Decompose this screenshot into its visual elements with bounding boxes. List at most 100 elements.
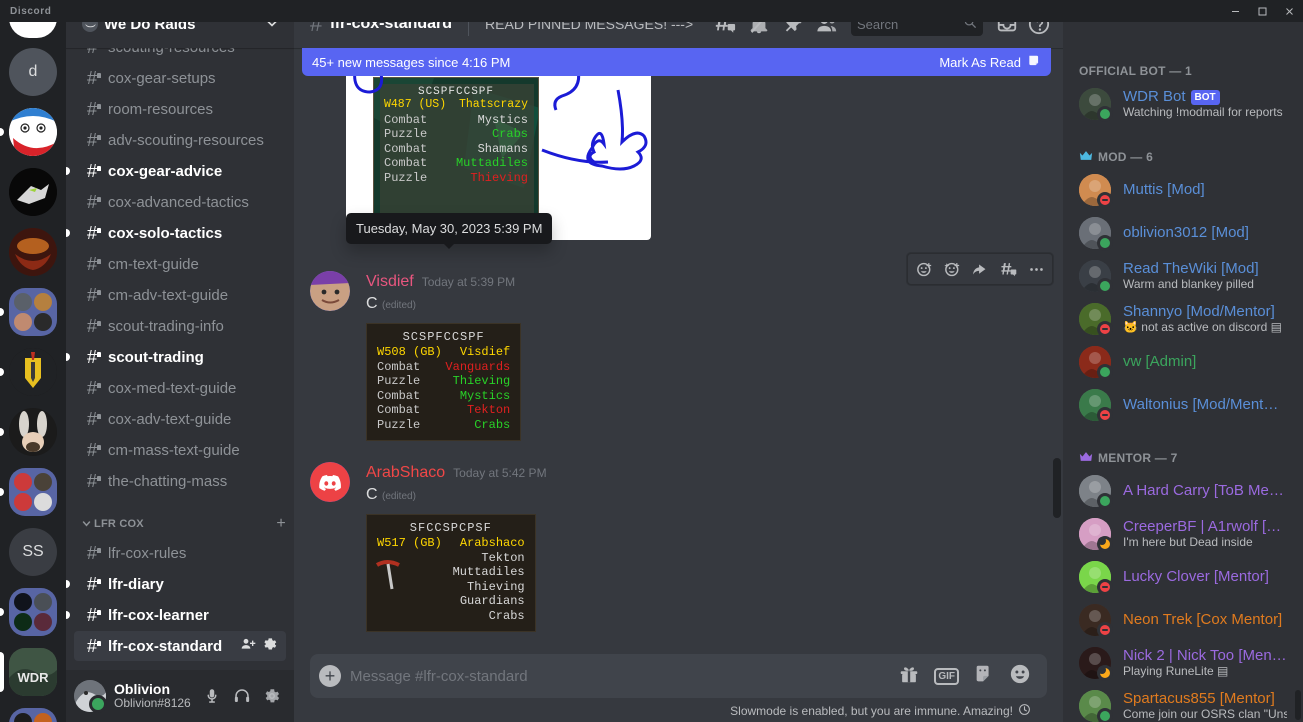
avatar[interactable] <box>310 271 350 311</box>
clock-icon <box>1018 703 1031 719</box>
timestamp-tooltip: Tuesday, May 30, 2023 5:39 PM <box>346 213 553 249</box>
attach-button[interactable]: + <box>310 654 350 698</box>
member-list-item[interactable]: A Hard Carry [ToB Me… <box>1071 470 1295 512</box>
member-list-item[interactable]: Neon Trek [Cox Mentor] <box>1071 599 1295 641</box>
message-list[interactable]: SCSPFCCSPF W487 (US) Thatscrazy Combat My… <box>294 48 1063 654</box>
bot-badge: BOT <box>1190 89 1220 105</box>
raid-scout-card[interactable]: SCSPFCCSPF W508 (GB) Visdief Combat Vanguard… <box>366 323 522 441</box>
attachment-image[interactable]: SCSPFCCSPF W487 (US) Thatscrazy Combat My… <box>346 52 651 240</box>
sidebar-channel-cox-gear-setups[interactable]: # cox-gear-setups <box>74 63 286 93</box>
member-status-text: I'm here but Dead inside <box>1123 535 1253 549</box>
sidebar-channel-cox-med-text-guide[interactable]: # cox-med-text-guide <box>74 373 286 403</box>
gear-icon[interactable] <box>262 636 278 656</box>
sidebar-channel-adv-scouting-resources[interactable]: # adv-scouting-resources <box>74 125 286 155</box>
avatar[interactable] <box>310 462 350 502</box>
private-lock-dot <box>97 104 101 109</box>
member-list-item[interactable]: Waltonius [Mod/Ment… <box>1071 384 1295 426</box>
gif-button[interactable]: GIF <box>934 667 959 685</box>
rail-item-server-ss[interactable]: SS <box>0 522 66 582</box>
more-options-icon[interactable] <box>1022 255 1050 283</box>
member-list-item[interactable]: CreeperBF | A1rwolf [… I'm here but Dead … <box>1071 513 1295 555</box>
avatar[interactable] <box>74 680 107 713</box>
sidebar-channel-cox-advanced-tactics[interactable]: # cox-advanced-tactics <box>74 187 286 217</box>
headset-icon[interactable] <box>228 682 256 710</box>
member-list-item[interactable]: vw [Admin] <box>1071 341 1295 383</box>
message-author[interactable]: Visdief <box>366 271 414 293</box>
message-author[interactable]: ArabShaco <box>366 462 445 484</box>
rail-item-server-2[interactable] <box>0 162 66 222</box>
sidebar-channel-scout-trading-info[interactable]: # scout-trading-info <box>74 311 286 341</box>
channel-scroll-area[interactable]: # scouting-resources # cox-gear-setups # room… <box>66 48 294 670</box>
rail-item-folder-2[interactable] <box>0 462 66 522</box>
message-scrollbar[interactable] <box>1053 458 1061 518</box>
channel-hash-icon: # <box>82 286 102 304</box>
close-button[interactable] <box>1276 0 1303 22</box>
create-channel-icon[interactable]: + <box>276 515 286 533</box>
sidebar-channel-lfr-cox-standard[interactable]: # lfr-cox-standard <box>74 631 286 661</box>
sidebar-channel-cox-gear-advice[interactable]: # cox-gear-advice <box>66 156 286 186</box>
minimize-button[interactable] <box>1222 0 1249 22</box>
sidebar-channel-cox-adv-text-guide[interactable]: # cox-adv-text-guide <box>74 404 286 434</box>
new-messages-banner[interactable]: 45+ new messages since 4:16 PM Mark As R… <box>302 48 1051 76</box>
member-list-scrollbar[interactable] <box>1295 690 1301 720</box>
sidebar-channel-cm-text-guide[interactable]: # cm-text-guide <box>74 249 286 279</box>
status-indicator-dnd <box>1097 407 1113 423</box>
member-list-item[interactable]: Read TheWiki [Mod] Warm and blankey pille… <box>1071 255 1295 297</box>
sidebar-channel-cm-adv-text-guide[interactable]: # cm-adv-text-guide <box>74 280 286 310</box>
gift-icon[interactable] <box>898 663 920 690</box>
rail-item-server-1[interactable] <box>0 102 66 162</box>
sticker-icon[interactable] <box>973 663 995 690</box>
rail-item-server-wdr[interactable]: WDR <box>0 642 66 702</box>
server-rail[interactable]: d SS WDR <box>0 0 66 722</box>
attachment-message-partial: SCSPFCCSPF W487 (US) Thatscrazy Combat My… <box>294 48 1063 252</box>
raid-room-row: Combat Shamans <box>384 142 528 157</box>
category-lfr-cox[interactable]: LFR COX + <box>66 497 294 537</box>
raid-scout-card[interactable]: SFCCSPCPSF W517 (GB) Arabshaco Tekton Muttad… <box>366 514 536 632</box>
member-list[interactable]: OFFICIAL BOT — 1 WDR Bot BOT Watching !modm… <box>1063 0 1303 722</box>
sidebar-channel-lfr-cox-learner[interactable]: # lfr-cox-learner <box>66 600 286 630</box>
hash-glyph: # <box>86 471 97 491</box>
raid-room-name: Tekton <box>481 550 525 565</box>
reply-icon[interactable] <box>966 255 994 283</box>
sidebar-channel-room-resources[interactable]: # room-resources <box>74 94 286 124</box>
member-list-item[interactable]: Lucky Clover [Mentor] <box>1071 556 1295 598</box>
sidebar-channel-scout-trading[interactable]: # scout-trading <box>66 342 286 372</box>
maximize-button[interactable] <box>1249 0 1276 22</box>
member-list-item[interactable]: Spartacus855 [Mentor] Come join our OSRS … <box>1071 685 1295 722</box>
rail-item-dm[interactable]: d <box>0 42 66 102</box>
rail-item-folder-1[interactable] <box>0 282 66 342</box>
gear-icon[interactable] <box>258 682 286 710</box>
member-list-item[interactable]: Nick 2 | Nick Too [Men… Playing RuneLite … <box>1071 642 1295 684</box>
member-list-item[interactable]: Shannyo [Mod/Mentor] 🐱 not as active on d… <box>1071 298 1295 340</box>
channel-name: room-resources <box>108 100 214 118</box>
member-list-item[interactable]: WDR Bot BOT Watching !modmail for reports <box>1071 83 1295 125</box>
member-status-text: Warm and blankey pilled <box>1123 277 1254 291</box>
rail-item-server-3[interactable] <box>0 222 66 282</box>
member-list-item[interactable]: Muttis [Mod] <box>1071 169 1295 211</box>
add-reaction-icon[interactable] <box>910 255 938 283</box>
sidebar-channel-scouting-resources[interactable]: # scouting-resources <box>74 48 286 62</box>
add-super-reaction-icon[interactable] <box>938 255 966 283</box>
rail-item-folder-4[interactable] <box>0 702 66 722</box>
message-input[interactable] <box>350 654 899 698</box>
rail-item-server-5[interactable] <box>0 402 66 462</box>
hash-glyph: # <box>86 543 97 563</box>
sidebar-channel-lfr-diary[interactable]: # lfr-diary <box>66 569 286 599</box>
member-list-item[interactable]: oblivion3012 [Mod] <box>1071 212 1295 254</box>
sidebar-channel-cox-solo-tactics[interactable]: # cox-solo-tactics <box>66 218 286 248</box>
private-lock-dot <box>97 476 101 481</box>
member-name: Muttis [Mod] <box>1123 181 1205 199</box>
rail-item-server-4[interactable] <box>0 342 66 402</box>
rail-item-folder-3[interactable] <box>0 582 66 642</box>
microphone-icon[interactable] <box>198 682 226 710</box>
sidebar-channel-the-chatting-mass[interactable]: # the-chatting-mass <box>74 466 286 496</box>
overlay-rows: Combat Mystics Puzzle Crabs Combat Shamans Com… <box>384 113 528 186</box>
emoji-icon[interactable] <box>1009 663 1031 690</box>
mark-as-read-button[interactable]: Mark As Read <box>939 54 1041 71</box>
channel-name: the-chatting-mass <box>108 472 228 490</box>
invite-icon[interactable] <box>240 636 256 656</box>
create-thread-icon[interactable] <box>994 255 1022 283</box>
sidebar-channel-lfr-cox-rules[interactable]: # lfr-cox-rules <box>74 538 286 568</box>
message-composer[interactable]: + GIF <box>310 654 1047 698</box>
sidebar-channel-cm-mass-text-guide[interactable]: # cm-mass-text-guide <box>74 435 286 465</box>
